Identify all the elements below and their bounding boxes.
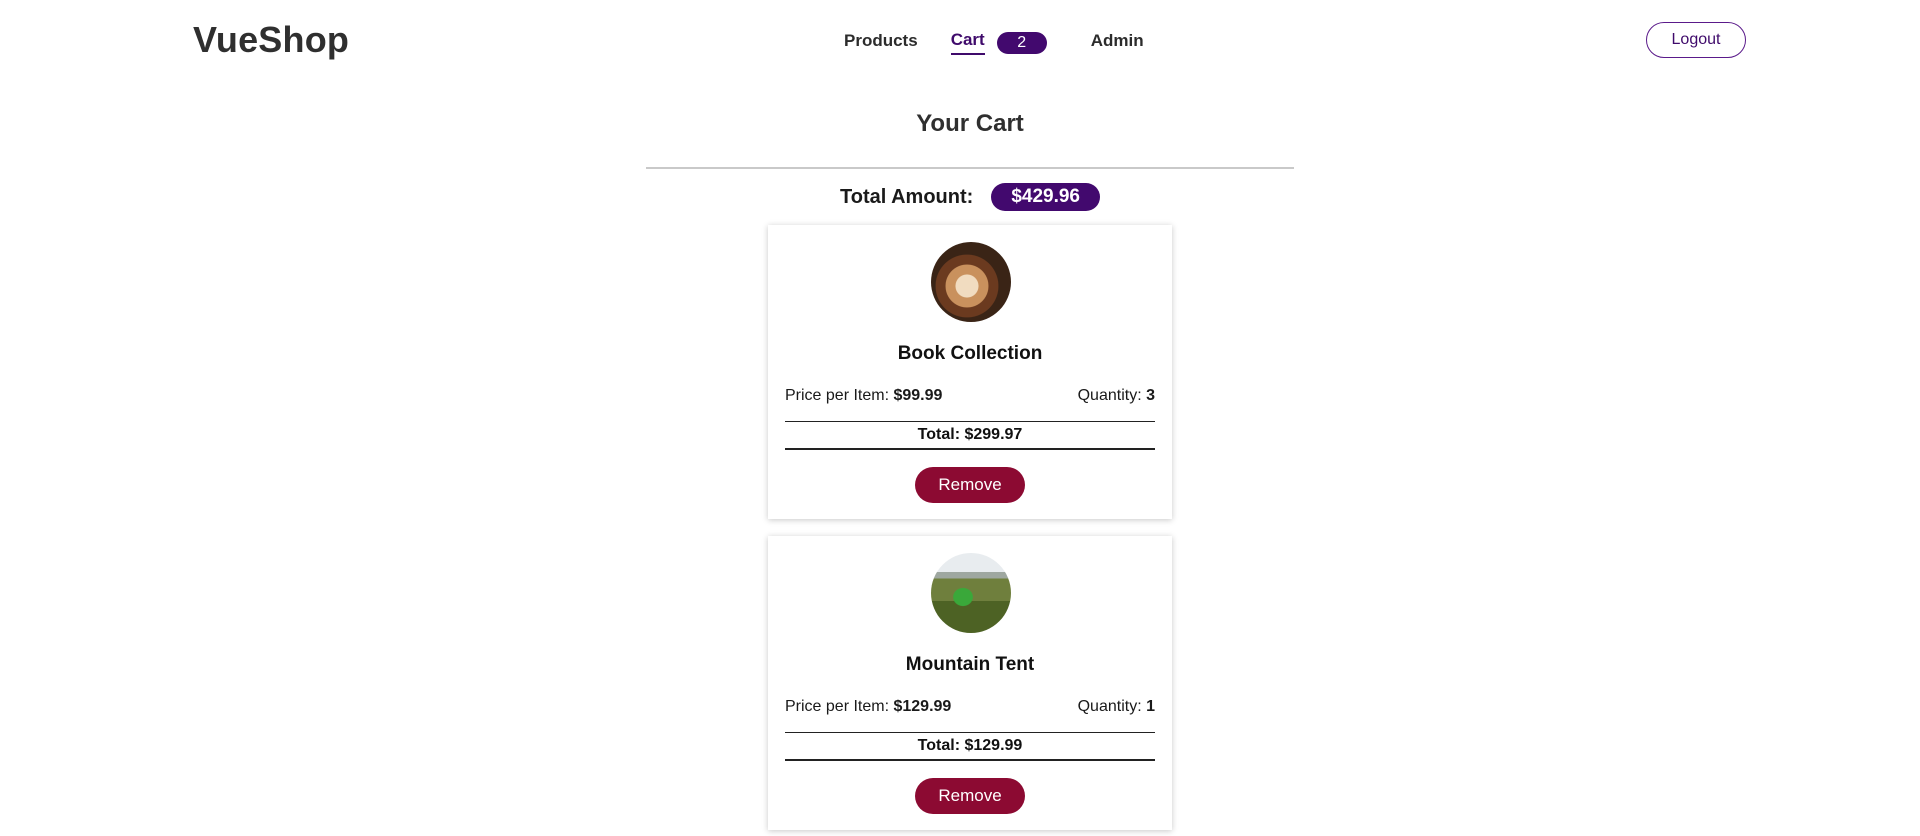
price-per-item: Price per Item: $99.99 (785, 387, 942, 405)
main-nav: Products Cart 2 Admin (844, 30, 1144, 55)
quantity-label: Quantity: (1077, 387, 1142, 404)
logout-button[interactable]: Logout (1646, 22, 1746, 58)
total-amount-badge: $429.96 (991, 183, 1100, 211)
cart-item-total: Total: $129.99 (785, 732, 1155, 761)
quantity-label: Quantity: (1077, 698, 1142, 715)
quantity: Quantity: 1 (1078, 698, 1155, 716)
total-amount-row: Total Amount: $429.96 (646, 183, 1294, 211)
cart-summary: Your Cart Total Amount: $429.96 (646, 110, 1294, 211)
remove-button[interactable]: Remove (915, 778, 1025, 814)
cart-item-total: Total: $299.97 (785, 421, 1155, 450)
cart-item-name: Book Collection (897, 343, 1043, 364)
cart-item-meta: Price per Item: $99.99 Quantity: 3 (785, 387, 1155, 405)
price-value: $129.99 (893, 698, 952, 715)
top-navbar: VueShop Products Cart 2 Admin Logout (0, 0, 1920, 80)
quantity-value: 1 (1146, 698, 1155, 715)
page-title: Your Cart (916, 110, 1024, 137)
quantity-value: 3 (1146, 387, 1155, 404)
cart-item-name: Mountain Tent (905, 654, 1035, 675)
price-per-item: Price per Item: $129.99 (785, 698, 951, 716)
cart-item-card: Book Collection Price per Item: $99.99 Q… (768, 225, 1172, 519)
cart-count-badge: 2 (996, 31, 1047, 54)
mountain-tent-image (931, 553, 1011, 633)
nav-cart-link[interactable]: Cart (950, 30, 985, 55)
price-value: $99.99 (893, 387, 943, 404)
nav-admin-link[interactable]: Admin (1091, 31, 1144, 54)
brand-logo[interactable]: VueShop (193, 19, 349, 61)
title-divider (646, 167, 1294, 169)
nav-products-link[interactable]: Products (844, 31, 918, 54)
cart-item-meta: Price per Item: $129.99 Quantity: 1 (785, 698, 1155, 716)
price-label: Price per Item: (785, 698, 890, 715)
cart-item-card: Mountain Tent Price per Item: $129.99 Qu… (768, 536, 1172, 830)
price-label: Price per Item: (785, 387, 890, 404)
book-collection-image (931, 242, 1011, 322)
total-amount-label: Total Amount: (840, 185, 974, 208)
quantity: Quantity: 3 (1078, 387, 1155, 405)
remove-button[interactable]: Remove (915, 467, 1025, 503)
